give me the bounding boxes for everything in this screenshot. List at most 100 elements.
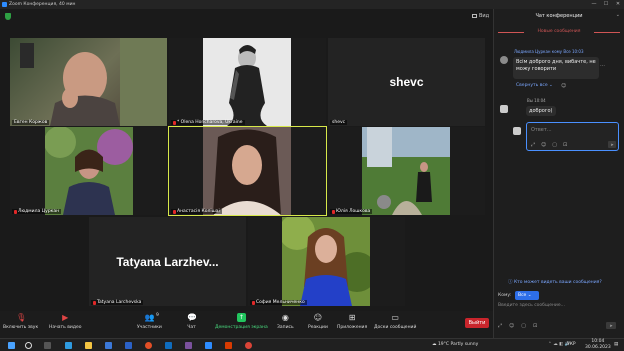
apps-icon: ⊞ [348,313,356,322]
maximize-button[interactable]: ☐ [600,0,612,9]
security-shield-icon[interactable] [5,13,11,20]
recipient-select[interactable]: Все ⌄ [515,291,539,300]
clock-date: 30.06.2023 [585,345,611,350]
video-tile[interactable]: София Мельниченко [248,217,405,306]
video-tile[interactable]: * Olena Honcharova, Ukraine [169,38,326,126]
view-grid-icon [472,14,477,18]
mic-muted-icon [173,209,176,214]
message-meta: Вы 10:04 [527,98,546,103]
participants-icon: 👥 [144,313,155,322]
reactions-button[interactable]: ☺ Реакции [308,313,328,330]
send-icon[interactable]: ➤ [606,322,616,329]
viber-icon[interactable] [185,342,192,349]
participant-video [362,127,450,215]
chat-icon: 💬 [187,313,197,322]
chat-header: Чат конференции ⌄ [494,9,624,23]
participant-name: Юлія Лошкова [330,209,373,214]
chat-options-icon[interactable]: ⌄ [616,12,620,18]
participant-video [282,217,370,306]
message-input[interactable]: Введите здесь сообщение... [498,303,565,308]
toolbar-label: Реакции [308,325,328,330]
record-icon: ◉ [281,313,289,322]
toolbar-label: Приложения [337,325,368,330]
collapse-all-link[interactable]: Свернуть все ⌄ [516,83,553,88]
recipient-value: Все [518,293,527,298]
notifications-icon[interactable]: ▤ [614,342,618,347]
reply-input[interactable]: Ответ... ⤢ ☺ ▢ ⊡ ➤ [526,122,619,151]
leave-meeting-button[interactable]: Выйти [465,318,489,328]
chrome-icon[interactable] [145,342,152,349]
share-screen-button[interactable]: ↑ Демонстрация экрана [215,313,268,330]
whiteboard-icon: ▭ [391,313,399,322]
apps-button[interactable]: ⊞ Приложения [337,313,367,330]
screenshot-icon[interactable]: ⊡ [533,323,537,329]
windows-start-icon[interactable] [8,342,15,349]
weather-text: 19°C Partly sunny [437,342,479,347]
screenshot-icon[interactable]: ⊡ [563,142,567,148]
toolbar-label: Включить звук [3,325,39,330]
start-video-button[interactable]: ▶ Начать видео [49,313,81,330]
view-button[interactable]: Вид [472,13,489,19]
task-view-icon[interactable] [44,342,51,349]
video-off-icon: ▶ [62,313,69,322]
toolbar-label: Участники [137,325,162,330]
mic-muted-icon [93,300,96,305]
browser-icon[interactable] [245,342,252,349]
file-icon[interactable]: ▢ [552,142,557,148]
share-screen-icon: ↑ [236,313,246,322]
reaction-add-icon[interactable]: ☺ [561,83,566,89]
reply-placeholder: Ответ... [531,127,552,133]
format-icon[interactable]: ⤢ [498,323,502,329]
new-messages-divider: Новые сообщения [494,29,624,34]
outlook-icon[interactable] [165,342,172,349]
chat-button[interactable]: 💬 Чат [187,313,197,330]
search-icon[interactable] [25,342,32,349]
file-explorer-icon[interactable] [85,342,92,349]
window-title: Zoom Конференция, 40 мин [9,2,76,7]
window-titlebar: Zoom Конференция, 40 мин — ☐ ✕ [0,0,624,9]
video-tile[interactable]: Людмила Цуркан [10,127,167,215]
video-tile[interactable]: Юлія Лошкова [328,127,485,215]
video-tile-active-speaker[interactable]: Анастасія Колішаі [168,126,327,216]
powerpoint-icon[interactable] [225,342,232,349]
message-meta: Людмила Цуркан кому Все 10:03 [514,49,584,54]
clock[interactable]: 10:04 30.06.2023 [585,339,611,351]
record-button[interactable]: ◉ Запись [277,313,294,330]
weather-widget[interactable]: ☁ 19°C Partly sunny [432,342,478,347]
emoji-icon[interactable]: ☺ [541,142,546,148]
mail-icon[interactable] [125,342,132,349]
format-icon[interactable]: ⤢ [531,142,535,148]
participant-name: Евген Коржов [12,120,50,125]
video-tile[interactable]: Tatyana Larzhev... Tatyana Larchevska [89,217,246,306]
emoji-icon[interactable]: ☺ [509,323,514,329]
video-tile[interactable]: shevc shevc [328,38,485,126]
to-label: Кому: [498,293,512,298]
zoom-logo-icon [2,2,7,7]
participant-name: Людмила Цуркан [12,209,62,214]
whiteboard-button[interactable]: ▭ Доски сообщений [374,313,416,330]
zoom-taskbar-icon[interactable] [205,342,212,349]
participant-video [203,127,291,215]
language-indicator[interactable]: УКР [567,342,576,347]
who-can-see-link[interactable]: ⓘ Кто может видеть ваши сообщения? [508,279,602,285]
toolbar-label: Начать видео [49,325,82,330]
store-icon[interactable] [105,342,112,349]
unmute-button[interactable]: 🎙 Включить звук [3,313,38,330]
video-tile[interactable]: Евген Коржов [10,38,167,126]
minimize-button[interactable]: — [588,0,600,9]
reactions-icon: ☺ [313,313,323,322]
mic-muted-icon [332,209,335,214]
participant-video [203,38,291,126]
mic-muted-icon [14,209,17,214]
edge-icon[interactable] [65,342,72,349]
mic-off-icon: 🎙 [16,313,27,322]
participant-video [45,127,133,215]
message-more-icon[interactable]: … [600,62,605,68]
send-icon[interactable]: ➤ [608,141,616,148]
close-button[interactable]: ✕ [612,0,624,9]
file-icon[interactable]: ▢ [521,323,526,329]
message-tools: ⤢ ☺ ▢ ⊡ [498,323,537,329]
participant-display-name: Tatyana Larzhev... [116,254,219,269]
mic-muted-icon [173,120,176,125]
participant-video [20,38,167,126]
